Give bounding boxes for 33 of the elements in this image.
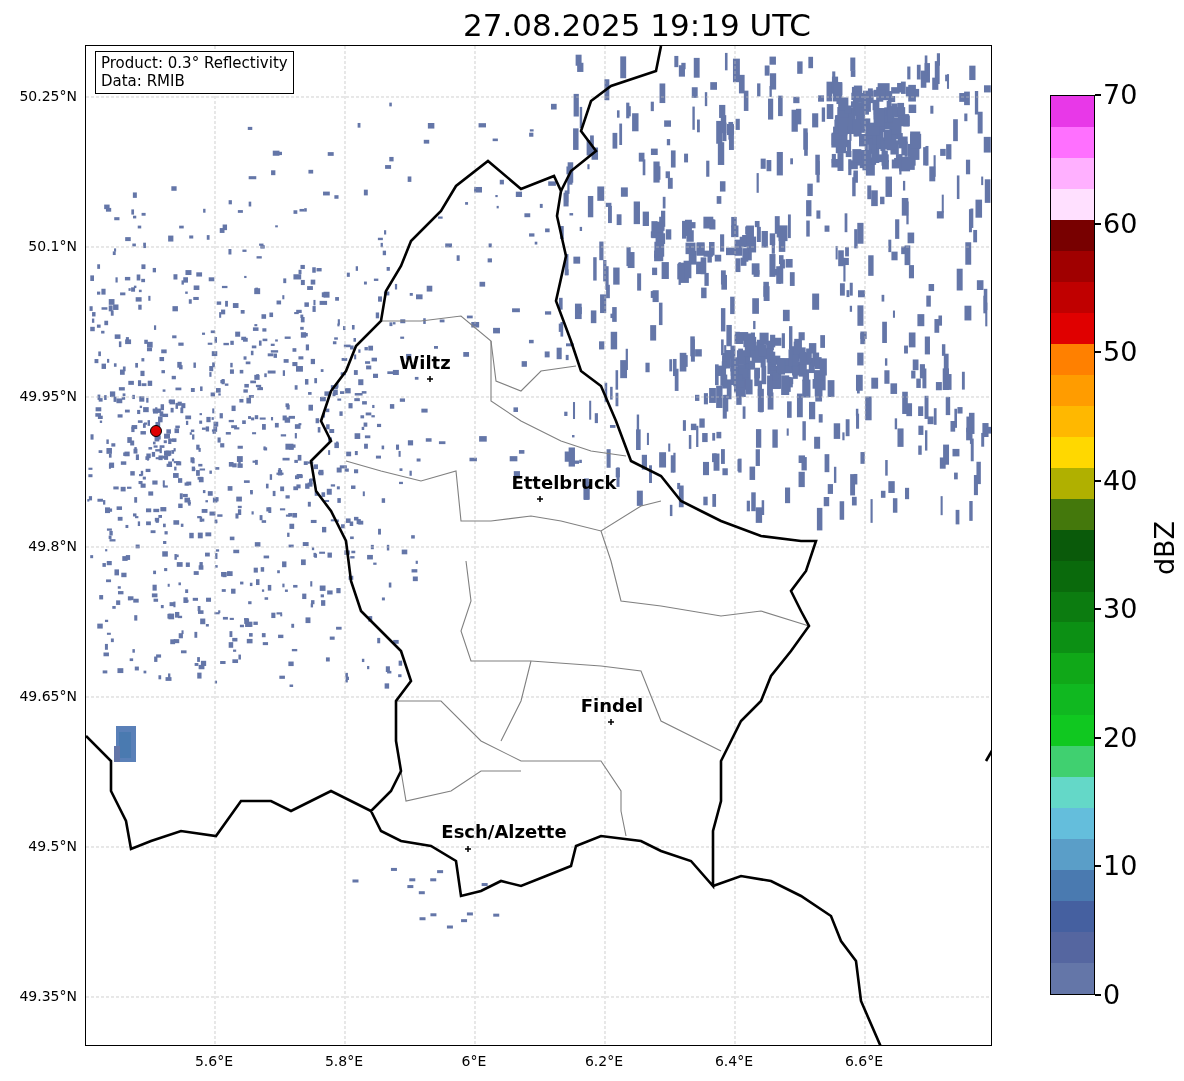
latitude-tick-label: 49.35°N bbox=[19, 988, 77, 1004]
info-text: Product: 0.3° Reflectivity bbox=[101, 54, 288, 72]
longitude-tick-label: 5.8°E bbox=[324, 1053, 364, 1069]
colorbar-label: dBZ bbox=[1150, 520, 1181, 576]
longitude-tick-label: 6.2°E bbox=[584, 1053, 624, 1069]
longitude-tick-label: 6°E bbox=[461, 1053, 487, 1069]
latitude-tick-label: 49.65°N bbox=[19, 688, 77, 704]
colorbar-tick-label: 20 bbox=[1103, 722, 1138, 753]
latitude-tick-label: 50.25°N bbox=[19, 88, 77, 104]
latitude-tick-label: 49.5°N bbox=[28, 838, 77, 854]
colorbar-tick-label: 60 bbox=[1103, 208, 1138, 239]
latitude-tick-label: 49.8°N bbox=[28, 538, 77, 554]
info-text: Data: RMIB bbox=[101, 72, 186, 90]
colorbar-tick-label: 10 bbox=[1103, 851, 1138, 882]
longitude-tick-label: 5.6°E bbox=[194, 1053, 234, 1069]
radar-site-marker bbox=[150, 425, 162, 437]
colorbar-tick-label: 70 bbox=[1103, 80, 1138, 110]
chart-title: 27.08.2025 19:19 UTC bbox=[463, 6, 811, 45]
city-label: Findel bbox=[580, 696, 644, 716]
longitude-tick-label: 6.6°E bbox=[844, 1053, 884, 1069]
city-label: Wiltz bbox=[399, 353, 451, 373]
city-marker-icon bbox=[607, 718, 615, 726]
colorbar-tick-label: 0 bbox=[1103, 980, 1121, 1010]
colorbar-tick-label: 30 bbox=[1103, 594, 1138, 625]
city-marker-icon bbox=[426, 375, 434, 383]
latitude-tick-label: 49.95°N bbox=[19, 388, 77, 404]
longitude-tick-label: 6.4°E bbox=[714, 1053, 754, 1069]
city-marker-icon bbox=[536, 495, 544, 503]
latitude-tick-label: 50.1°N bbox=[28, 238, 77, 254]
colorbar-tick-label: 50 bbox=[1103, 337, 1138, 368]
city-label: Esch/Alzette bbox=[441, 822, 567, 842]
city-marker-icon bbox=[464, 845, 472, 853]
colorbar-tick-label: 40 bbox=[1103, 465, 1138, 496]
